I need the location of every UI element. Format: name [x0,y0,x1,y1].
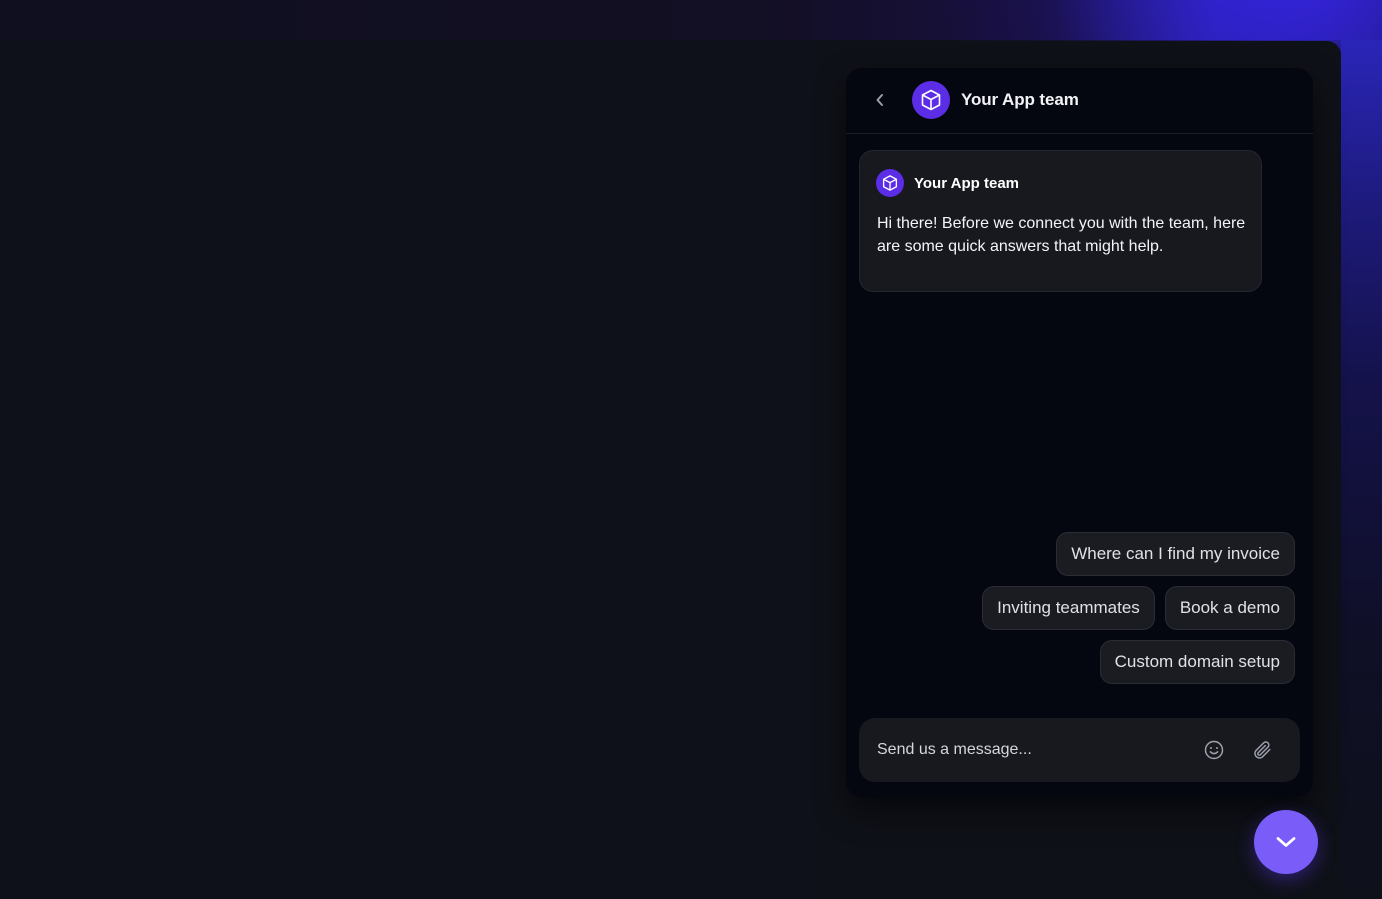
quick-reply-row: Inviting teammates Book a demo [846,586,1295,630]
emoji-button[interactable] [1201,737,1227,763]
quick-reply-book-demo[interactable]: Book a demo [1164,586,1295,630]
chat-window: Your App team Your App team Hi there! Be… [846,68,1313,797]
cube-icon [882,175,898,191]
launcher-toggle-button[interactable] [1254,810,1318,874]
chat-header: Your App team [846,68,1313,134]
welcome-message-card: Your App team Hi there! Before we connec… [859,150,1262,292]
chevron-left-icon [876,94,883,106]
quick-replies: Where can I find my invoice Inviting tea… [846,532,1295,694]
right-gradient-strip [1341,40,1382,899]
message-avatar [876,169,904,197]
header-title: Your App team [961,90,1079,109]
back-button[interactable] [870,88,890,112]
page-background: Your App team Your App team Hi there! Be… [0,0,1382,899]
paperclip-icon [1254,741,1271,759]
message-composer [859,718,1300,782]
smiley-icon [1204,740,1224,760]
cube-icon [921,89,941,111]
message-sender: Your App team [914,175,1020,192]
quick-reply-custom-domain[interactable]: Custom domain setup [1099,640,1295,684]
attach-button[interactable] [1249,737,1275,763]
quick-reply-invoice[interactable]: Where can I find my invoice [1056,532,1295,576]
message-text: Hi there! Before we connect you with the… [877,215,1246,255]
quick-reply-inviting-teammates[interactable]: Inviting teammates [982,586,1155,630]
team-avatar [912,81,950,119]
quick-reply-row: Where can I find my invoice [846,532,1295,576]
quick-reply-row: Custom domain setup [846,640,1295,684]
chevron-down-icon [1276,837,1296,847]
message-input[interactable] [877,736,1187,764]
